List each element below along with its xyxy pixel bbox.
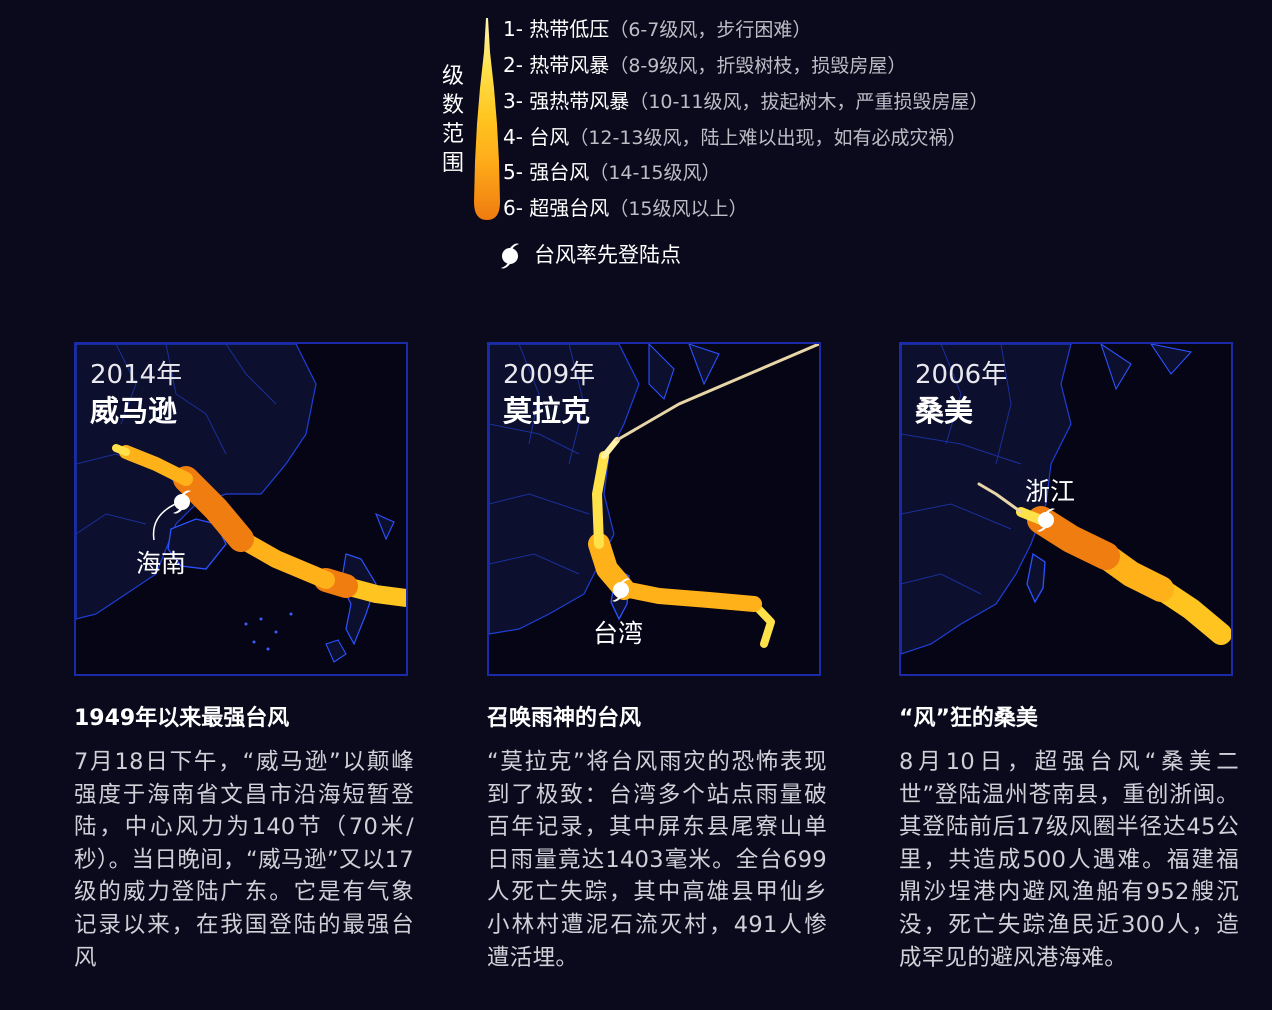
landfall-place-label: 海南 [136, 549, 187, 578]
landfall-pin-icon [1037, 508, 1055, 532]
legend-level-label: 3- 强热带风暴 [503, 89, 630, 113]
typhoon-name: 莫拉克 [503, 394, 591, 428]
landfall-legend-label: 台风率先登陆点 [534, 243, 681, 267]
card-body-text: “莫拉克”将台风雨灾的恐怖表现到了极致：台湾多个站点雨量破百年记录，其中屏东县尾… [487, 749, 827, 971]
typhoon-year: 2006年 [915, 360, 1008, 390]
typhoon-landfall-icon [501, 243, 519, 269]
legend-level-1: 1- 热带低压（6-7级风，步行困难） [503, 14, 811, 44]
typhoon-card-saomai: 2006年 桑美 浙江 “风”狂的桑美 8月10日，超强台风“桑美二世”登陆温州… [899, 342, 1239, 971]
legend-title: 级 数 范 围 [440, 62, 466, 178]
legend-level-desc: （14-15级风） [589, 162, 721, 184]
legend-title-char: 数 [441, 93, 464, 118]
legend-level-3: 3- 强热带风暴（10-11级风，拔起树木，严重损毁房屋） [503, 86, 989, 116]
legend-level-desc: （10-11级风，拔起树木，严重损毁房屋） [629, 91, 989, 113]
legend-title-char: 围 [441, 151, 464, 176]
typhoon-year: 2014年 [90, 360, 183, 390]
legend-level-desc: （15级风以上） [609, 198, 748, 220]
legend-level-5: 5- 强台风（14-15级风） [503, 157, 721, 187]
landfall-pin-icon [612, 578, 630, 602]
typhoon-card-rammasun: 2014年 威马逊 海南 1949年以来最强台风 7月18日下午，“威马逊”以颠… [74, 342, 414, 971]
legend-level-label: 4- 台风 [503, 125, 570, 149]
intensity-scale-wedge [474, 18, 500, 220]
typhoon-card-morakot: 2009年 莫拉克 台湾 召唤雨神的台风 “莫拉克”将台风雨灾的恐怖表现到了极致… [487, 342, 827, 971]
typhoon-name: 威马逊 [90, 394, 178, 428]
typhoon-name: 桑美 [915, 394, 974, 428]
legend-level-label: 6- 超强台风 [503, 196, 610, 220]
typhoon-map-saomai: 2006年 桑美 浙江 [899, 342, 1233, 676]
card-headline: “风”狂的桑美 [899, 706, 1038, 731]
intensity-legend: 级 数 范 围 1- 热带低压（6-7级风，步行困难） 2- 热带风暴（8-9级… [0, 0, 1272, 300]
legend-level-desc: （12-13级风，陆上难以出现，如有必成灾祸） [569, 127, 967, 149]
legend-level-desc: （6-7级风，步行困难） [609, 19, 812, 41]
legend-level-2: 2- 热带风暴（8-9级风，折毁树枝，损毁房屋） [503, 50, 906, 80]
legend-level-6: 6- 超强台风（15级风以上） [503, 193, 748, 223]
landfall-legend: 台风率先登陆点 [498, 240, 681, 270]
legend-title-char: 级 [441, 64, 464, 89]
card-headline: 1949年以来最强台风 [74, 706, 290, 731]
card-body-text: 8月10日，超强台风“桑美二世”登陆温州苍南县，重创浙闽。其登陆前后17级风圈半… [899, 749, 1239, 971]
legend-level-desc: （8-9级风，折毁树枝，损毁房屋） [609, 55, 907, 77]
legend-level-label: 1- 热带低压 [503, 17, 610, 41]
card-headline: 召唤雨神的台风 [487, 706, 642, 731]
typhoon-map-morakot: 2009年 莫拉克 台湾 [487, 342, 821, 676]
landfall-pin-icon [173, 490, 191, 514]
typhoon-map-rammasun: 2014年 威马逊 海南 [74, 342, 408, 676]
typhoon-year: 2009年 [503, 360, 596, 390]
legend-level-label: 2- 热带风暴 [503, 53, 610, 77]
landfall-place-label: 台湾 [593, 619, 644, 648]
legend-level-4: 4- 台风（12-13级风，陆上难以出现，如有必成灾祸） [503, 122, 967, 152]
landfall-place-label: 浙江 [1025, 477, 1076, 506]
legend-title-char: 范 [441, 122, 464, 147]
card-body-text: 7月18日下午，“威马逊”以颠峰强度于海南省文昌市沿海短暂登陆，中心风力为140… [74, 749, 414, 971]
legend-level-label: 5- 强台风 [503, 160, 590, 184]
